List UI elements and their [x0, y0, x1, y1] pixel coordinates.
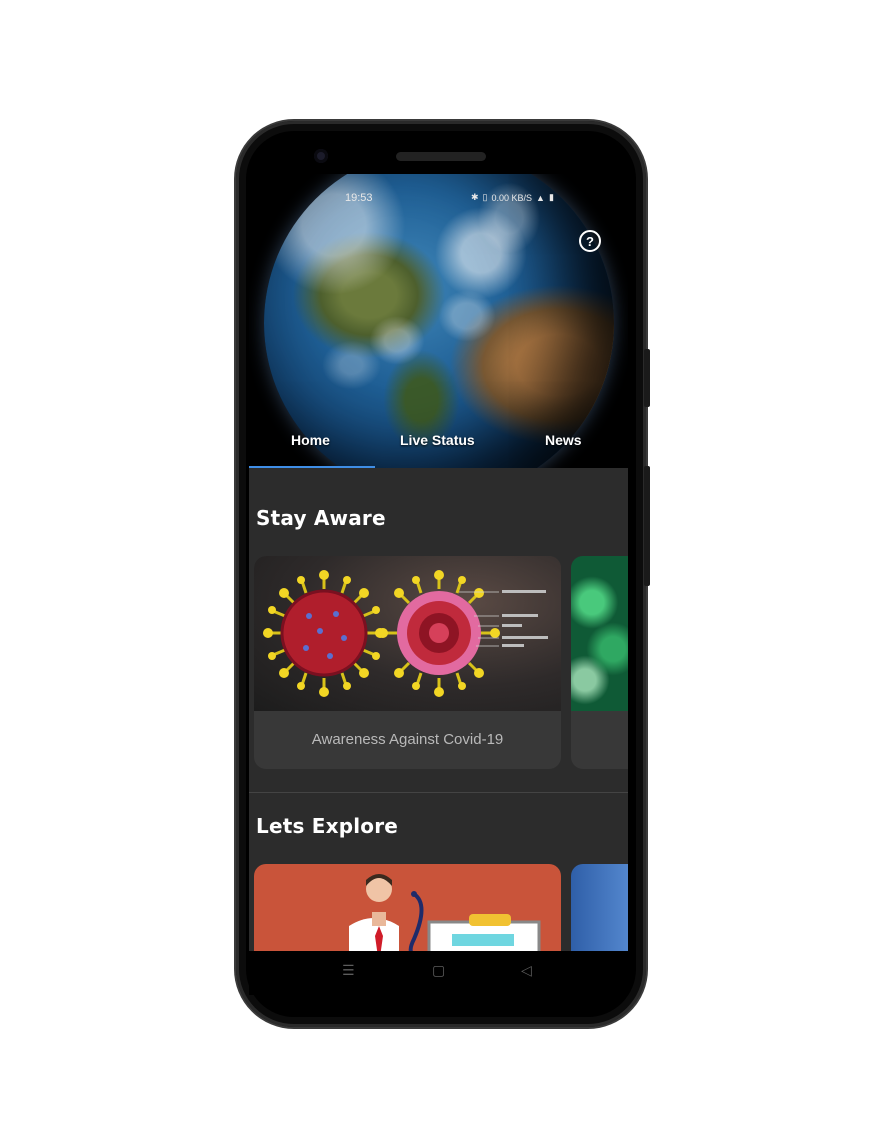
- green-virus-image: [571, 556, 628, 711]
- card-green-virus[interactable]: [571, 556, 628, 769]
- vibrate-icon: ▯: [482, 192, 488, 202]
- card-caption: Awareness Against Covid-19: [311, 731, 504, 748]
- system-nav-bar: ☰ ▢ ◁: [249, 951, 628, 995]
- doctor-illustration: [349, 874, 541, 951]
- earth-globe-image: [264, 174, 614, 468]
- home-icon[interactable]: ▢: [432, 963, 445, 979]
- tab-news[interactable]: News: [545, 432, 582, 448]
- coronavirus-diagram-image: [254, 556, 561, 711]
- earpiece-speaker: [396, 152, 486, 161]
- battery-icon: ▮: [548, 192, 554, 202]
- section-divider: [249, 792, 628, 793]
- diagram-label-marks: [502, 590, 548, 647]
- tab-live-status[interactable]: Live Status: [400, 432, 475, 448]
- tab-bar: Home Live Status News: [249, 426, 628, 468]
- menu-icon[interactable]: ☰: [342, 963, 355, 979]
- app-screen: 19:53 ✱ ▯ 0.00 KB/S ▲ ▮ ? Home Live Stat…: [249, 174, 628, 951]
- front-camera: [314, 149, 328, 163]
- question-circle-icon[interactable]: ?: [579, 230, 601, 252]
- volume-button: [644, 466, 650, 586]
- virus-left: [263, 570, 385, 697]
- help-glyph: ?: [586, 233, 594, 249]
- back-icon[interactable]: ◁: [521, 963, 532, 979]
- card-blue[interactable]: [571, 864, 628, 951]
- bluetooth-icon: ✱: [471, 192, 479, 202]
- signal-icon: ▲: [536, 192, 545, 203]
- section-title-lets-explore: Lets Explore: [256, 814, 399, 838]
- tab-home[interactable]: Home: [291, 432, 330, 448]
- card-doctor[interactable]: [254, 864, 561, 951]
- hero-header: 19:53 ✱ ▯ 0.00 KB/S ▲ ▮ ? Home Live Stat…: [249, 174, 628, 468]
- status-bar: 19:53 ✱ ▯ 0.00 KB/S ▲ ▮: [249, 192, 628, 208]
- section-title-stay-aware: Stay Aware: [256, 506, 386, 530]
- power-button: [644, 349, 650, 407]
- status-icons: ✱ ▯ 0.00 KB/S ▲ ▮: [471, 192, 554, 203]
- speed-label: 0.00 KB/S: [491, 192, 533, 203]
- tab-indicator: [249, 466, 375, 468]
- status-time: 19:53: [345, 192, 373, 204]
- card-awareness-covid[interactable]: Awareness Against Covid-19: [254, 556, 561, 769]
- coronavirus-illustration: [263, 570, 548, 697]
- virus-right-cross-section: [378, 570, 500, 697]
